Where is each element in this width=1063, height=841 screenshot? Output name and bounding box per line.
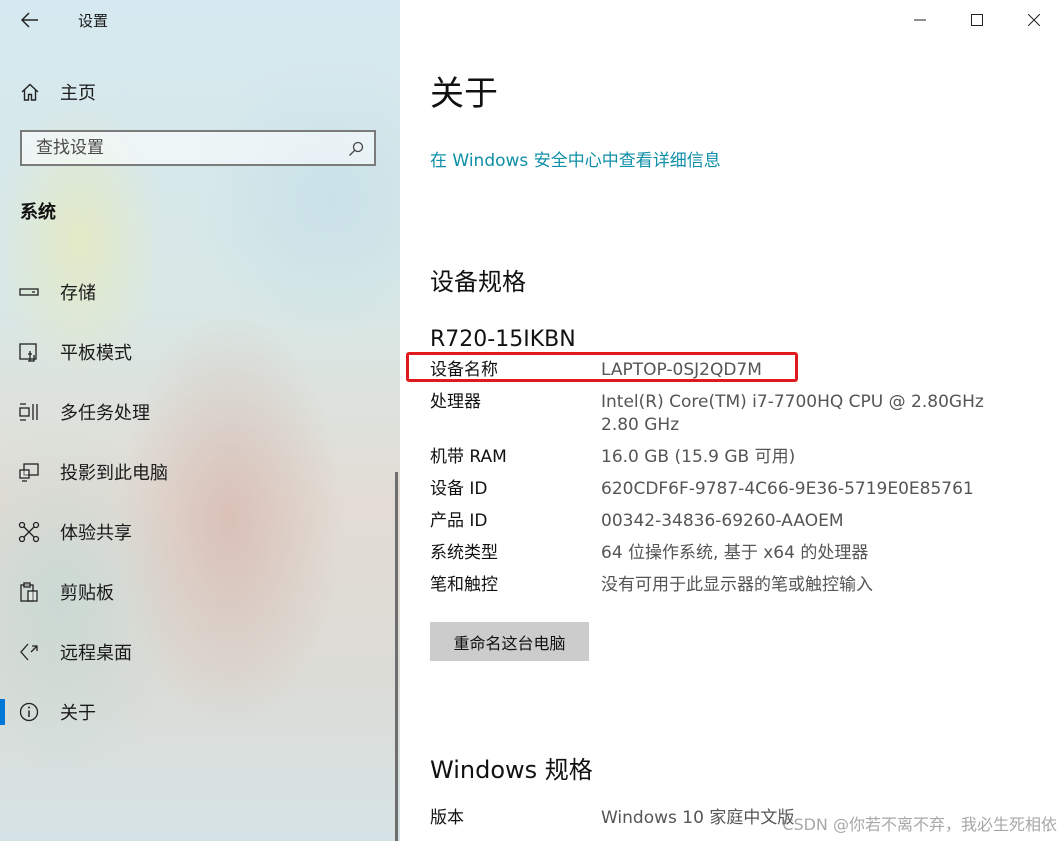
- rename-pc-button[interactable]: 重命名这台电脑: [430, 622, 589, 661]
- device-specs-heading: 设备规格: [430, 268, 526, 296]
- spec-value: 64 位操作系统, 基于 x64 的处理器: [601, 543, 869, 563]
- spec-key: 产品 ID: [430, 511, 488, 531]
- sidebar-item-about[interactable]: 关于: [0, 682, 400, 742]
- windows-specs-heading: Windows 规格: [430, 756, 593, 784]
- sidebar-item-remote-desktop[interactable]: 远程桌面: [0, 622, 400, 682]
- active-indicator: [0, 699, 5, 725]
- maximize-icon: [971, 14, 983, 26]
- sidebar-item-clipboard[interactable]: 剪贴板: [0, 562, 400, 622]
- spec-key: 处理器: [430, 392, 481, 412]
- about-icon: [19, 702, 39, 722]
- spec-key: 笔和触控: [430, 575, 498, 595]
- sidebar-item-label: 远程桌面: [60, 643, 132, 664]
- tablet-mode-icon: [19, 343, 37, 362]
- security-center-link[interactable]: 在 Windows 安全中心中查看详细信息: [430, 146, 721, 171]
- sidebar-item-shared-experiences[interactable]: 体验共享: [0, 502, 400, 562]
- search-icon[interactable]: [348, 141, 364, 157]
- close-button[interactable]: [1006, 0, 1062, 40]
- sidebar-item-tablet-mode[interactable]: 平板模式: [0, 322, 400, 382]
- spec-value: LAPTOP-0SJ2QD7M: [601, 360, 762, 380]
- spec-value: 没有可用于此显示器的笔或触控输入: [601, 575, 873, 595]
- spec-key: 设备名称: [430, 360, 498, 380]
- back-button[interactable]: [17, 8, 43, 32]
- remote-desktop-icon: [20, 643, 38, 661]
- storage-icon: [19, 288, 39, 296]
- spec-key: 机带 RAM: [430, 447, 507, 467]
- spec-key: 设备 ID: [430, 479, 488, 499]
- sidebar: 设置 主页 系统 存储: [0, 0, 400, 841]
- sidebar-item-multitasking[interactable]: 多任务处理: [0, 382, 400, 442]
- spec-key: 版本: [430, 808, 464, 828]
- clipboard-icon: [20, 582, 38, 602]
- spec-value: 16.0 GB (15.9 GB 可用): [601, 447, 796, 467]
- close-icon: [1028, 14, 1040, 26]
- spec-value: 620CDF6F-9787-4C66-9E36-5719E0E85761: [601, 479, 974, 499]
- page-title: 关于: [430, 74, 498, 114]
- main-content: 关于 在 Windows 安全中心中查看详细信息 设备规格 R720-15IKB…: [400, 0, 1063, 841]
- device-model: R720-15IKBN: [430, 327, 576, 352]
- app-title: 设置: [78, 12, 109, 30]
- back-arrow-icon: [21, 12, 38, 28]
- sidebar-item-label: 关于: [60, 703, 96, 724]
- sidebar-item-home[interactable]: 主页: [0, 72, 400, 112]
- sidebar-item-label: 体验共享: [60, 523, 132, 544]
- shared-experiences-icon: [18, 521, 40, 543]
- spec-value: 00342-34836-69260-AAOEM: [601, 511, 844, 531]
- minimize-icon: [914, 19, 926, 21]
- home-icon: [21, 83, 39, 101]
- spec-key: 系统类型: [430, 543, 498, 563]
- projecting-icon: [19, 463, 39, 482]
- search-box: [20, 130, 376, 166]
- search-input[interactable]: [22, 132, 336, 164]
- sidebar-item-label: 平板模式: [60, 343, 132, 364]
- sidebar-item-projecting[interactable]: 投影到此电脑: [0, 442, 400, 502]
- section-title: 系统: [20, 202, 56, 223]
- maximize-button[interactable]: [949, 0, 1005, 40]
- spec-value-line2: 2.80 GHz: [601, 415, 680, 435]
- sidebar-item-label: 多任务处理: [60, 403, 150, 424]
- sidebar-item-label: 剪贴板: [60, 583, 114, 604]
- sidebar-item-storage[interactable]: 存储: [0, 262, 400, 322]
- multitasking-icon: [19, 403, 38, 421]
- sidebar-nav: 存储 平板模式 多任务处理 投影到此电脑 体验共享 剪贴板 远程桌面 关于: [0, 262, 400, 742]
- sidebar-item-label: 主页: [60, 83, 96, 104]
- watermark: CSDN @你若不离不弃，我必生死相依: [782, 815, 1057, 834]
- spec-value: Intel(R) Core(TM) i7-7700HQ CPU @ 2.80GH…: [601, 392, 984, 412]
- sidebar-item-label: 投影到此电脑: [60, 463, 168, 484]
- minimize-button[interactable]: [892, 0, 948, 40]
- sidebar-item-label: 存储: [60, 283, 96, 304]
- sidebar-scrollbar[interactable]: [395, 472, 398, 841]
- settings-window: 设置 主页 系统 存储: [0, 0, 1063, 841]
